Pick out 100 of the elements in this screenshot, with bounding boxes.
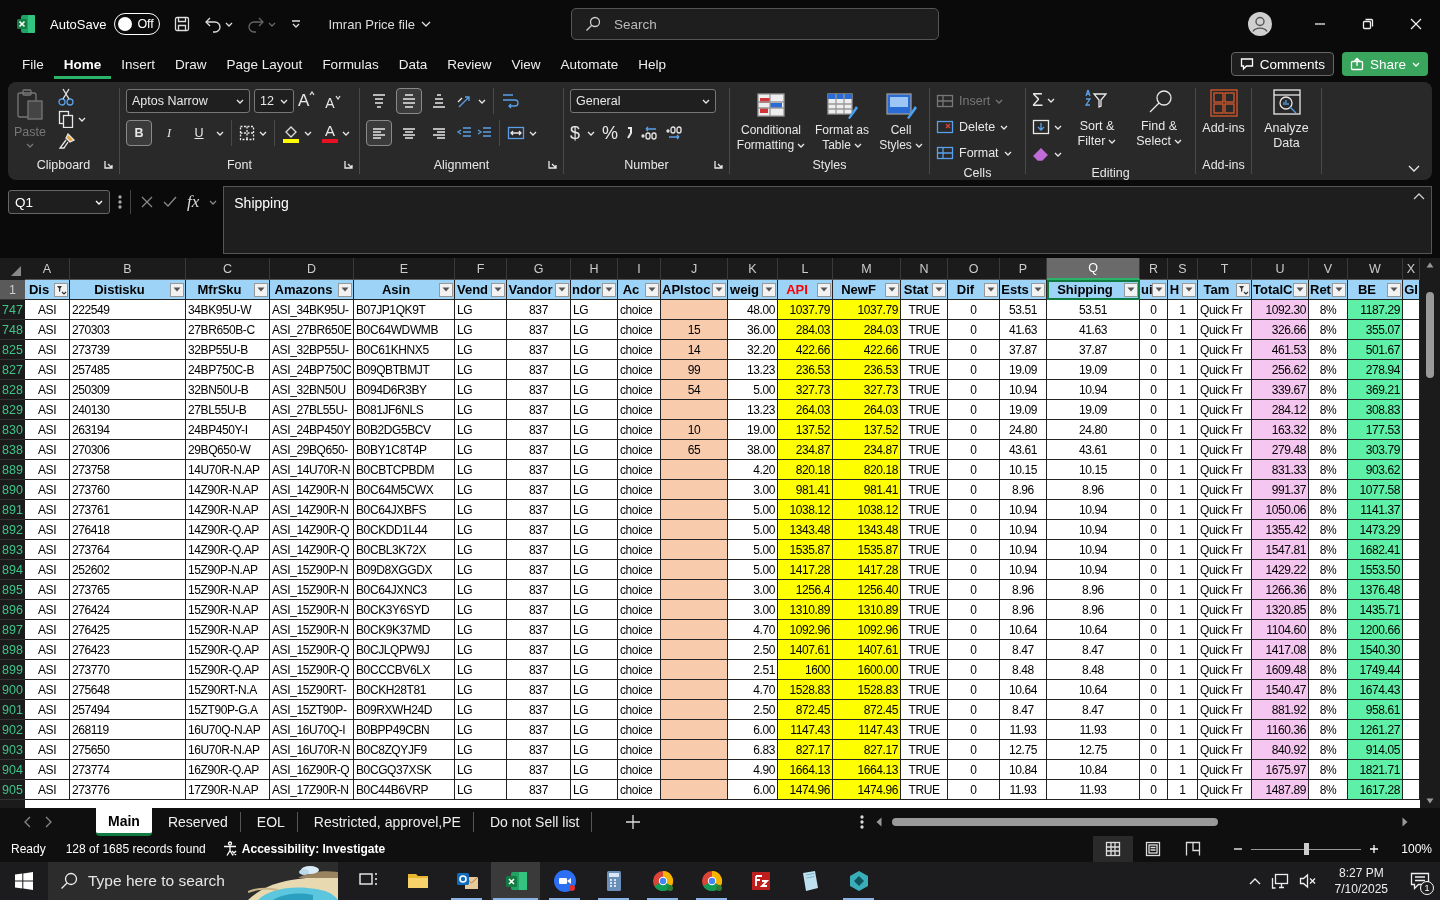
filter-button[interactable]: [984, 282, 998, 297]
filter-button[interactable]: [645, 282, 659, 297]
sheet-tab[interactable]: Main: [96, 808, 152, 836]
cancel-icon[interactable]: [141, 196, 153, 208]
filter-button[interactable]: [1182, 282, 1196, 297]
filter-button[interactable]: [555, 282, 569, 297]
zoom-in-icon[interactable]: [1369, 844, 1380, 854]
currency-button[interactable]: $: [570, 122, 580, 144]
menu-tab[interactable]: Data: [388, 49, 438, 79]
autosum-button[interactable]: Σ: [1032, 89, 1044, 111]
column-letter[interactable]: E: [354, 258, 455, 280]
scroll-down-icon[interactable]: [1426, 798, 1434, 804]
merge-cells-icon[interactable]: [507, 125, 525, 141]
column-letter[interactable]: G: [507, 258, 571, 280]
menu-tab[interactable]: Automate: [550, 49, 629, 79]
network-icon[interactable]: [1270, 873, 1289, 889]
filter-button[interactable]: [1124, 282, 1138, 297]
formula-field[interactable]: Shipping: [223, 186, 1432, 254]
borders-icon[interactable]: [239, 125, 255, 141]
column-letter[interactable]: A: [25, 258, 70, 280]
menu-tab[interactable]: Review: [437, 49, 502, 79]
column-letter[interactable]: W: [1348, 258, 1403, 280]
header-cell[interactable]: Ac: [618, 280, 661, 300]
column-letter[interactable]: M: [833, 258, 901, 280]
menu-tab[interactable]: Draw: [165, 49, 217, 79]
increase-font-size-button[interactable]: A: [298, 91, 316, 111]
header-cell[interactable]: APIstoc: [661, 280, 728, 300]
normal-view-button[interactable]: [1093, 836, 1134, 862]
format-painter-icon[interactable]: [57, 132, 76, 150]
caret-icon[interactable]: [209, 199, 218, 205]
column-letter[interactable]: X: [1403, 258, 1420, 280]
filter-button[interactable]: [439, 282, 453, 297]
row-number[interactable]: 1: [0, 280, 25, 300]
comma-style-icon[interactable]: [625, 126, 634, 140]
column-letter[interactable]: T: [1198, 258, 1252, 280]
filter-button[interactable]: [885, 282, 899, 297]
filter-button[interactable]: [932, 282, 946, 297]
filter-button[interactable]: [712, 282, 726, 297]
customize-toolbar-button[interactable]: [290, 18, 303, 30]
filter-button[interactable]: [254, 282, 268, 297]
column-letter[interactable]: N: [901, 258, 948, 280]
scroll-right-icon[interactable]: [1402, 817, 1409, 827]
conditional-formatting-button[interactable]: Conditional Formatting: [734, 90, 808, 153]
redo-button[interactable]: [247, 15, 277, 33]
accessibility-button[interactable]: Accessibility: Investigate: [221, 841, 386, 857]
number-format-dropdown[interactable]: General: [570, 89, 716, 113]
select-all-icon[interactable]: [10, 265, 22, 277]
menu-tab[interactable]: Help: [628, 49, 677, 79]
header-cell[interactable]: Vandor: [507, 280, 571, 300]
scroll-left-icon[interactable]: [876, 817, 883, 827]
next-sheet-icon[interactable]: [45, 816, 52, 828]
filter-button[interactable]: [338, 282, 352, 297]
format-cells-button[interactable]: Format: [936, 140, 1012, 166]
column-letter[interactable]: K: [728, 258, 778, 280]
header-cell[interactable]: Dif: [948, 280, 1000, 300]
header-cell[interactable]: Distisku: [70, 280, 186, 300]
collapse-ribbon-icon[interactable]: [1408, 165, 1420, 172]
column-letter[interactable]: Q: [1047, 258, 1140, 280]
column-letter[interactable]: B: [70, 258, 186, 280]
dialog-launcher-icon[interactable]: [344, 160, 353, 169]
header-cell[interactable]: Tam: [1198, 280, 1252, 300]
column-letter[interactable]: J: [661, 258, 728, 280]
scrollbar-thumb[interactable]: [1426, 292, 1434, 378]
eraser-icon[interactable]: [1032, 146, 1050, 162]
font-name-dropdown[interactable]: Aptos Narrow: [126, 89, 250, 113]
sheet-tab[interactable]: EOL: [244, 812, 298, 832]
cell-styles-button[interactable]: Cell Styles: [876, 90, 926, 153]
align-left-button[interactable]: [366, 120, 392, 146]
collapse-icon[interactable]: [1413, 193, 1425, 200]
column-letter[interactable]: R: [1140, 258, 1168, 280]
header-cell[interactable]: NewF: [833, 280, 901, 300]
menu-tab[interactable]: File: [12, 49, 54, 79]
font-color-button[interactable]: A: [322, 123, 338, 143]
mute-icon[interactable]: [1298, 873, 1317, 889]
filter-button[interactable]: [491, 282, 505, 297]
header-cell[interactable]: Ret: [1309, 280, 1348, 300]
format-as-table-button[interactable]: Format as Table: [812, 90, 872, 153]
column-letter[interactable]: P: [1000, 258, 1047, 280]
sheet-tab[interactable]: Reserved: [155, 812, 241, 832]
analyze-data-button[interactable]: Analyze Data: [1261, 88, 1312, 151]
align-middle-button[interactable]: [396, 88, 422, 114]
slider-thumb[interactable]: [1304, 843, 1310, 855]
decrease-font-size-button[interactable]: A: [325, 94, 341, 111]
clock[interactable]: 8:27 PM 7/10/2025: [1334, 865, 1388, 897]
fill-icon[interactable]: [1032, 119, 1050, 135]
dialog-launcher-icon[interactable]: [104, 160, 113, 169]
column-letter[interactable]: F: [455, 258, 507, 280]
vertical-scrollbar[interactable]: [1420, 258, 1440, 808]
more-options-icon[interactable]: [118, 195, 122, 209]
show-hidden-icons-icon[interactable]: [1248, 877, 1261, 885]
menu-tab[interactable]: Home: [53, 49, 112, 79]
filter-button[interactable]: [1031, 282, 1045, 297]
menu-tab[interactable]: Formulas: [312, 49, 389, 79]
underline-button[interactable]: U: [186, 120, 212, 146]
italic-button[interactable]: I: [156, 120, 182, 146]
column-letter[interactable]: S: [1168, 258, 1198, 280]
menu-tab[interactable]: Insert: [111, 49, 166, 79]
search-field[interactable]: Search: [571, 8, 940, 40]
header-cell[interactable]: ndor: [571, 280, 618, 300]
header-cell[interactable]: Vend: [455, 280, 507, 300]
